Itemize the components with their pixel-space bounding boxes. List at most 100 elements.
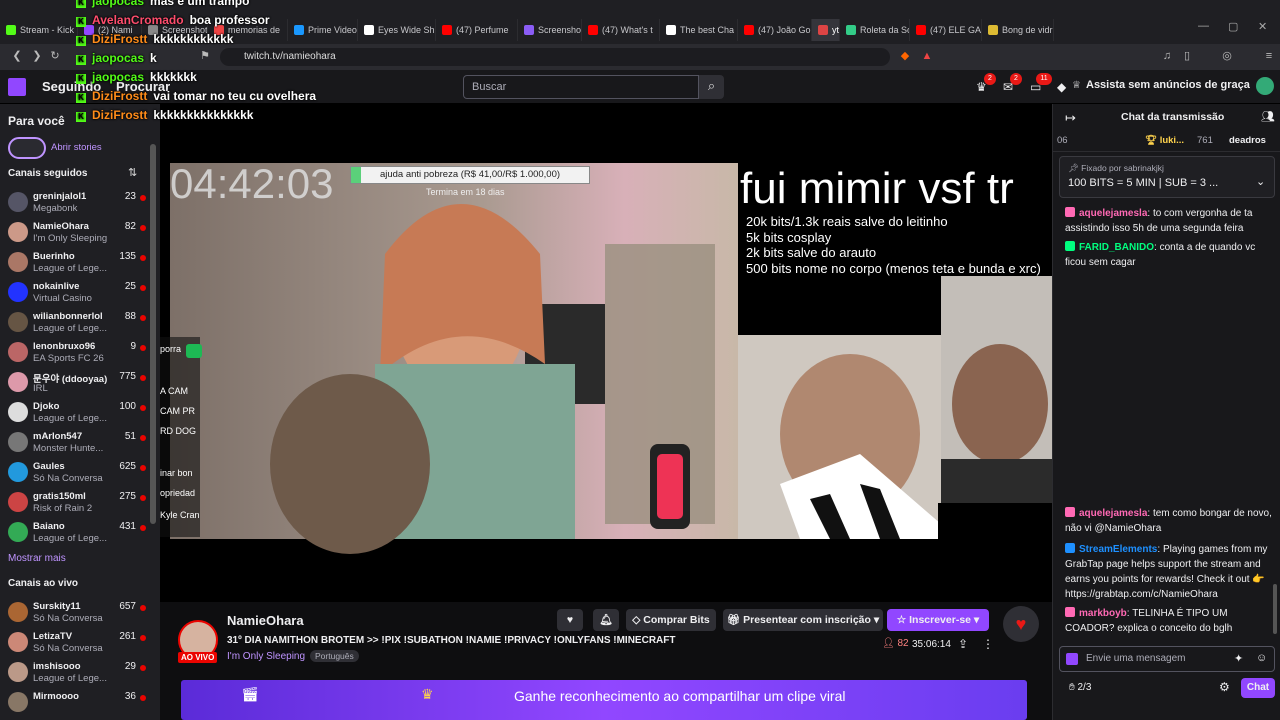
sidebar-icon[interactable]: ▯ — [1180, 49, 1194, 63]
browser-tab[interactable]: Eyes Wide Sh — [358, 19, 436, 41]
more-options-icon[interactable]: ⋮ — [982, 637, 994, 651]
hype-heart-button[interactable]: ♥ — [1003, 606, 1039, 642]
tab-favicon-icon — [364, 25, 374, 35]
menu-icon[interactable]: ≡ — [1262, 49, 1276, 63]
category-link[interactable]: I'm Only Sleeping — [227, 651, 305, 662]
sidebar-channel[interactable]: Buerinho League of Lege... 135 — [0, 248, 150, 278]
browser-tab[interactable]: (47) João Go — [738, 19, 812, 41]
sidebar-channel[interactable]: lenonbruxo96 EA Sports FC 26 9 — [0, 338, 150, 368]
sidebar-channel[interactable]: nokainlive Virtual Casino 25 — [0, 278, 150, 308]
url-field[interactable]: twitch.tv/namieohara — [220, 48, 890, 66]
follow-button[interactable]: ♥ — [557, 609, 583, 631]
gift-sub-button[interactable]: 🎁︎ Presentear com inscrição ▾ — [723, 609, 883, 631]
browser-tab[interactable]: ytb — [812, 19, 840, 41]
browser-tab[interactable]: (47) What's t — [582, 19, 660, 41]
language-tag[interactable]: Português — [310, 650, 359, 662]
chat-scrollbar[interactable] — [1273, 584, 1277, 634]
minimize-icon[interactable]: — — [1198, 20, 1209, 32]
browser-tab[interactable]: (47) ELE GAN — [910, 19, 982, 41]
browser-tab[interactable]: (47) Perfume — [436, 19, 518, 41]
viewer-count: 275 — [119, 491, 136, 502]
overlay-user: DiziFrostt — [92, 32, 148, 46]
chevron-down-icon[interactable]: ⌄ — [1256, 175, 1265, 188]
chat-username[interactable]: markboyb — [1079, 608, 1127, 619]
browser-tab[interactable]: The best Cha — [660, 19, 738, 41]
users-icon[interactable]: 👥︎ — [1261, 110, 1275, 123]
settings-gear-icon[interactable]: ⚙ — [1219, 680, 1230, 694]
browser-tab[interactable]: Bong de vidr — [982, 19, 1054, 41]
channel-points[interactable]: ✋︎ 2/3 — [1069, 682, 1091, 693]
chat-input[interactable]: Envie uma mensagem ✦ ☺ — [1059, 646, 1275, 672]
maximize-icon[interactable]: ▢ — [1228, 20, 1238, 33]
sidebar-channel[interactable]: imshisooo League of Lege... 29 — [0, 658, 150, 688]
chat-username[interactable]: FARID_BANIDO — [1079, 242, 1154, 253]
stories-avatars[interactable] — [8, 137, 46, 159]
sparkle-icon[interactable]: ✦ — [1234, 652, 1243, 665]
browser-tab[interactable]: Stream - Kick — [0, 19, 78, 41]
ad-free-link[interactable]: Assista sem anúncios de graça — [1086, 79, 1250, 91]
channel-game: Monster Hunte... — [33, 443, 104, 454]
prime-icon[interactable]: ♕ — [1072, 80, 1081, 91]
channel-game: Virtual Casino — [33, 293, 92, 304]
sidebar-channel[interactable]: Baiano League of Lege... 431 — [0, 518, 150, 548]
sidebar-channel[interactable]: Surskity11 Só Na Conversa 657 — [0, 598, 150, 628]
leaderboard-user: 🏆︎ luki... — [1145, 135, 1184, 146]
clip-banner[interactable]: 🎬︎ ♛ Ganhe reconhecimento ao compartilha… — [181, 680, 1027, 720]
tab-favicon-icon — [988, 25, 998, 35]
tab-label: Roleta da So — [860, 25, 910, 35]
browser-tab[interactable]: Prime Video: — [288, 19, 358, 41]
browser-tab[interactable]: Screenshot p — [518, 19, 582, 41]
bookmark-icon[interactable]: ⚑ — [198, 49, 212, 63]
video-player[interactable]: 04:42:03 ajuda anti pobreza (R$ 41,00/R$… — [160, 104, 1052, 602]
user-avatar[interactable] — [1256, 77, 1274, 95]
sidebar-channel[interactable]: Mirmoooo 36 — [0, 688, 150, 718]
sidebar-channel[interactable]: gratis150ml Risk of Rain 2 275 — [0, 488, 150, 518]
search-button[interactable]: ⌕ — [699, 75, 724, 99]
sidebar-channel[interactable]: Gaules Só Na Conversa 625 — [0, 458, 150, 488]
subscribe-button[interactable]: ☆ Inscrever-se ▾ — [887, 609, 989, 631]
sidebar-channel[interactable]: Djoko League of Lege... 100 — [0, 398, 150, 428]
wallet-icon[interactable]: ◎ — [1220, 49, 1234, 63]
reload-icon[interactable]: ↻ — [48, 49, 62, 63]
search-input[interactable]: Buscar — [463, 75, 699, 99]
back-icon[interactable]: ❮ — [10, 49, 24, 63]
sidebar-channel[interactable]: NamieOhara I'm Only Sleeping 82 — [0, 218, 150, 248]
overlay-chat-line: K AvelanCromado boa professor — [76, 13, 270, 27]
sidebar-channel[interactable]: LetizaTV Só Na Conversa 261 — [0, 628, 150, 658]
extensions-icon[interactable]: ♫ — [1160, 49, 1174, 63]
show-more-link[interactable]: Mostrar mais — [8, 553, 66, 564]
buy-bits-button[interactable]: ◇ Comprar Bits — [626, 609, 716, 631]
tab-label: (47) ELE GAN — [930, 25, 982, 35]
collapse-chat-icon[interactable]: ↦ — [1065, 110, 1076, 126]
pinned-message[interactable]: 📌︎ Fixado por sabrinakjkj 100 BITS = 5 M… — [1059, 156, 1275, 198]
close-window-icon[interactable]: ✕ — [1258, 20, 1267, 33]
channel-avatar — [8, 192, 28, 212]
channel-name[interactable]: NamieOhara — [227, 613, 304, 628]
sidebar-scrollbar[interactable] — [150, 144, 156, 524]
send-chat-button[interactable]: Chat — [1241, 678, 1275, 698]
share-icon[interactable]: ⇪ — [958, 637, 968, 651]
twitch-logo-icon[interactable] — [8, 78, 26, 96]
sidebar-channel[interactable]: mArIon547 Monster Hunte... 51 — [0, 428, 150, 458]
channel-avatar — [8, 252, 28, 272]
sidebar-channel[interactable]: 문우야 (ddooyaa) IRL 775 — [0, 368, 150, 398]
bits-icon[interactable]: ◆ — [1057, 80, 1066, 94]
sidebar-channel[interactable]: greninjalol1 Megabonk 23 — [0, 188, 150, 218]
chat-username[interactable]: StreamElements — [1079, 544, 1157, 555]
channel-name: Gaules — [33, 461, 65, 472]
open-stories-link[interactable]: Abrir stories — [51, 142, 102, 153]
chat-username[interactable]: aquelejamesla — [1079, 208, 1147, 219]
viewer-count: 👤︎ 82 — [882, 638, 909, 649]
brave-shield-icon[interactable]: ◆ — [898, 49, 912, 63]
forward-icon[interactable]: ❯ — [30, 49, 44, 63]
notifications-button[interactable]: 🔔︎ — [593, 609, 619, 631]
sort-icon[interactable]: ⇅ — [128, 166, 137, 179]
pix-icon — [186, 344, 202, 358]
live-channels-heading: Canais ao vivo — [8, 578, 79, 589]
emote-badge-icon[interactable] — [1066, 653, 1078, 665]
warning-icon[interactable]: ▲ — [920, 49, 934, 63]
sidebar-channel[interactable]: wilianbonnerlol League of Lege... 88 — [0, 308, 150, 338]
chat-username[interactable]: aquelejamesla — [1079, 508, 1147, 519]
browser-tab[interactable]: Roleta da So — [840, 19, 910, 41]
emoji-icon[interactable]: ☺ — [1256, 652, 1267, 664]
